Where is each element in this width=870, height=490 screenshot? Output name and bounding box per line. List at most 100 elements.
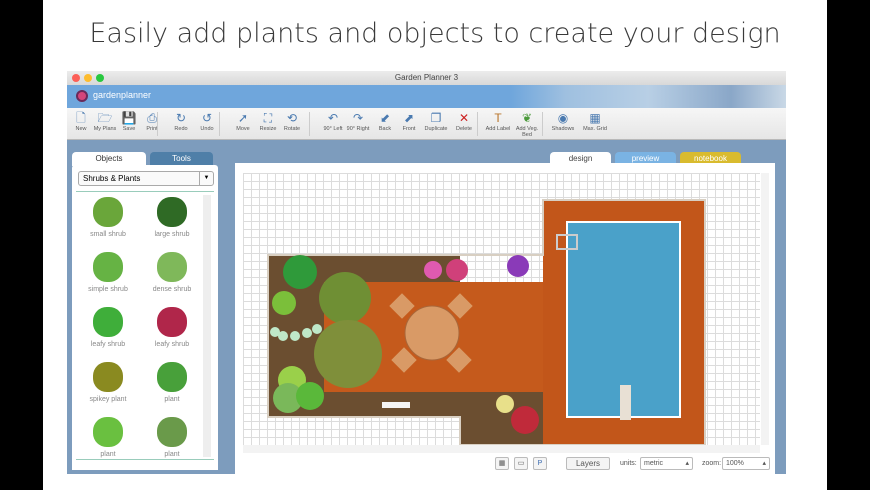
object-label: dense shrub xyxy=(152,286,192,293)
toolbar-label: Save xyxy=(122,126,136,132)
rotate-icon: ⟲ xyxy=(286,111,298,125)
toolbar-separator xyxy=(157,112,158,136)
panel-scrollbar[interactable] xyxy=(203,195,211,457)
toolbar-shadows-button[interactable]: ◉ Shadows xyxy=(548,110,578,132)
duplicate-icon: ❐ xyxy=(430,111,442,125)
veg-bed-icon: ❦ xyxy=(521,111,533,125)
toolbar-add-label-button[interactable]: T Add Label xyxy=(483,110,513,132)
toolbar-label: Undo xyxy=(200,126,214,132)
flower[interactable] xyxy=(511,406,539,434)
delete-icon: ✕ xyxy=(458,111,470,125)
category-select[interactable]: Shrubs & Plants ▼ xyxy=(78,171,214,186)
plant[interactable] xyxy=(283,255,317,289)
toolbar-label: Rotate xyxy=(283,126,301,132)
divider xyxy=(76,191,214,192)
toolbar-add-veg-bed-button[interactable]: ❦ Add Veg. Bed xyxy=(512,110,542,138)
right-border xyxy=(827,0,870,490)
vertical-scrollbar[interactable] xyxy=(761,173,769,445)
object-item[interactable]: small shrub xyxy=(78,197,138,238)
object-item[interactable]: leafy shrub xyxy=(142,307,202,348)
toolbar-label: Front xyxy=(402,126,416,132)
zoom-select[interactable]: 100% ▴ xyxy=(722,457,770,470)
units-label: units: xyxy=(620,460,637,467)
horizontal-scrollbar[interactable] xyxy=(243,445,760,453)
diving-board[interactable] xyxy=(620,385,631,420)
chevron-down-icon: ▼ xyxy=(199,172,213,185)
object-item[interactable]: plant xyxy=(142,417,202,458)
logo-icon xyxy=(76,90,88,102)
maximize-button[interactable] xyxy=(96,74,104,82)
toolbar-label: 90° Right xyxy=(346,126,370,132)
grid-toggle-icon[interactable]: ▦ xyxy=(495,457,509,470)
design-canvas-panel: ▦ ▭ P Layers units: metric ▴ zoom: 100% ▴ xyxy=(235,163,775,474)
toolbar-undo-button[interactable]: ↺ Undo xyxy=(192,110,222,132)
flower[interactable] xyxy=(507,255,529,277)
flower[interactable] xyxy=(424,261,442,279)
shrub[interactable] xyxy=(314,320,382,388)
bench[interactable] xyxy=(382,402,410,408)
close-button[interactable] xyxy=(72,74,80,82)
toolbar-label: Resize xyxy=(259,126,277,132)
tab-objects[interactable]: Objects xyxy=(72,152,146,166)
toolbar-label: Print xyxy=(146,126,158,132)
patio-table[interactable] xyxy=(404,305,460,361)
shrub-icon xyxy=(93,197,123,227)
object-item[interactable]: spikey plant xyxy=(78,362,138,403)
toolbar-front-button[interactable]: ⬈ Front xyxy=(394,110,424,132)
header-photo xyxy=(511,85,786,108)
object-label: small shrub xyxy=(90,231,126,238)
shrub-icon xyxy=(93,417,123,447)
toolbar-label: Add Label xyxy=(485,126,511,132)
design-canvas[interactable] xyxy=(243,173,760,445)
units-value: metric xyxy=(644,460,664,467)
toolbar-max-grid-button[interactable]: ▦ Max. Grid xyxy=(580,110,610,132)
flower[interactable] xyxy=(446,259,468,281)
headline: Easily add plants and objects to create … xyxy=(89,18,781,49)
object-item[interactable]: dense shrub xyxy=(142,252,202,293)
shrub[interactable] xyxy=(296,382,324,410)
app-window: Garden Planner 3 gardenplanner 🗋 New 🗁 My P… xyxy=(67,71,786,474)
toolbar-duplicate-button[interactable]: ❐ Duplicate xyxy=(421,110,451,132)
objects-panel: Shrubs & Plants ▼ small shrub large shrub s… xyxy=(72,165,218,470)
garden-plan xyxy=(267,199,706,445)
toolbar-print-button[interactable]: ⎙ Print xyxy=(137,110,167,132)
flower[interactable] xyxy=(496,395,514,413)
zoom-label: zoom: xyxy=(702,460,722,467)
toolbar-label: Move xyxy=(236,126,250,132)
shrub[interactable] xyxy=(319,272,371,324)
brand-name: gardenplanner xyxy=(93,90,152,100)
toolbar-label: Duplicate xyxy=(424,126,448,132)
plant[interactable] xyxy=(272,291,296,315)
toolbar-90-right-button[interactable]: ↷ 90° Right xyxy=(343,110,373,132)
object-label: plant xyxy=(100,451,116,458)
toolbar-label: Add Veg. Bed xyxy=(515,126,539,138)
zoom-value: 100% xyxy=(726,460,744,467)
toolbar-rotate-button[interactable]: ⟲ Rotate xyxy=(277,110,307,132)
object-item[interactable]: plant xyxy=(142,362,202,403)
toolbar-label: Max. Grid xyxy=(583,126,607,132)
undo-icon: ↺ xyxy=(201,111,213,125)
minimize-button[interactable] xyxy=(84,74,92,82)
tab-tools[interactable]: Tools xyxy=(150,152,213,166)
shrub-icon xyxy=(157,197,187,227)
toolbar-label: Redo xyxy=(174,126,188,132)
object-item[interactable]: simple shrub xyxy=(78,252,138,293)
chevron-icon: ▴ xyxy=(685,460,689,467)
object-item[interactable]: leafy shrub xyxy=(78,307,138,348)
object-item[interactable]: large shrub xyxy=(142,197,202,238)
category-value: Shrubs & Plants xyxy=(83,174,141,183)
toolbar-label: Shadows xyxy=(551,126,575,132)
toolbar: 🗋 New 🗁 My Plans 💾 Save ⎙ Print ↻ Redo ↺ Undo ➚ Move ⛶… xyxy=(67,108,786,140)
toolbar-label: 90° Left xyxy=(323,126,343,132)
plant-labels-toggle-icon[interactable]: P xyxy=(533,457,547,470)
toolbar-separator xyxy=(542,112,543,136)
layers-button[interactable]: Layers xyxy=(566,457,610,470)
toolbar-delete-button[interactable]: ✕ Delete xyxy=(449,110,479,132)
toolbar-label: New xyxy=(75,126,87,132)
bring-front-icon: ⬈ xyxy=(403,111,415,125)
ruler-toggle-icon[interactable]: ▭ xyxy=(514,457,528,470)
object-item[interactable]: plant xyxy=(78,417,138,458)
units-select[interactable]: metric ▴ xyxy=(640,457,693,470)
window-title: Garden Planner 3 xyxy=(394,73,459,82)
rotate-right-icon: ↷ xyxy=(352,111,364,125)
